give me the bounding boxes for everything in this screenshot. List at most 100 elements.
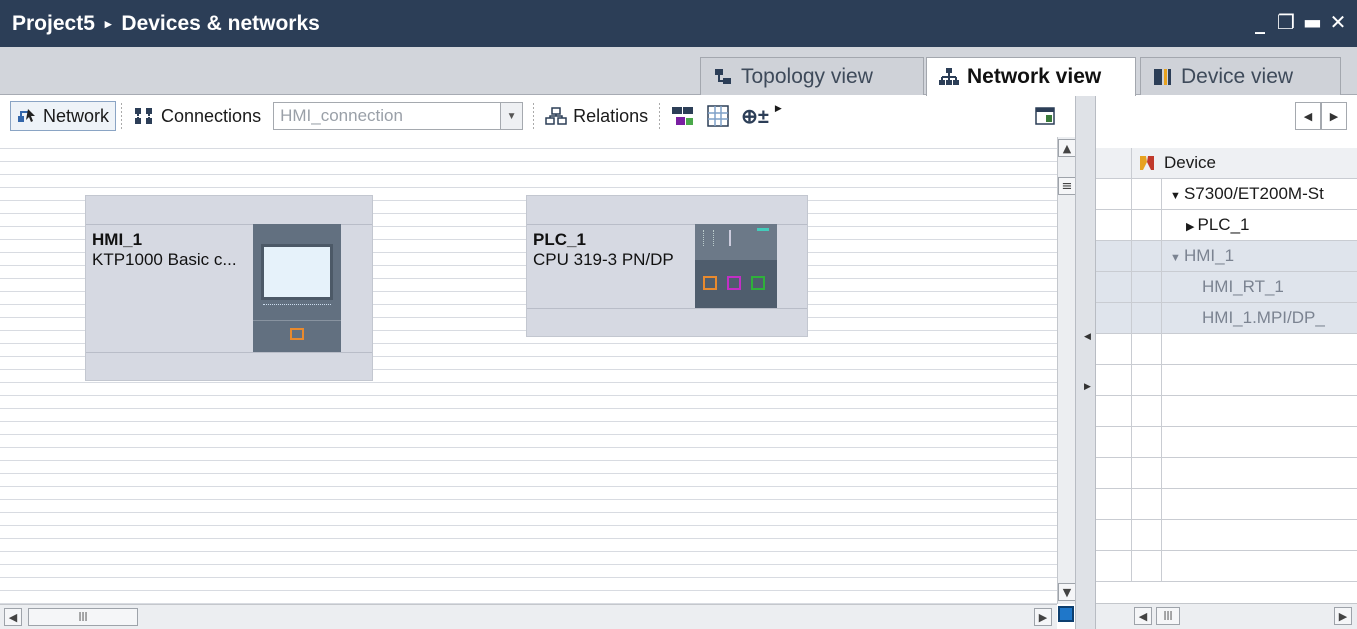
network-mode-label: Network (43, 105, 110, 126)
toggle-overview-button[interactable] (1029, 101, 1061, 131)
overview-nav: ◀ ▶ (1295, 102, 1347, 130)
network-overview-panel: ◀ ▶ Device ▼ S7300/ET200M-St ▶ PLC_1 ▼ HMI… (1096, 96, 1357, 629)
tab-device-view[interactable]: Device view (1140, 57, 1341, 95)
empty-row (1096, 427, 1357, 458)
connection-type-select[interactable]: HMI_connection ▼ (273, 102, 524, 130)
empty-row (1096, 489, 1357, 520)
collapse-icon[interactable]: ▼ (1170, 252, 1184, 264)
empty-row (1096, 396, 1357, 427)
connections-label: Connections (161, 105, 262, 126)
toolbar-separator (659, 103, 661, 129)
toolbar-separator (533, 103, 535, 129)
canvas-horizontal-scrollbar[interactable]: ◀ ||| ▶ (0, 604, 1057, 629)
maximize-button[interactable]: ▬ (1303, 10, 1322, 34)
collapse-icon[interactable]: ▼ (1170, 190, 1184, 202)
network-mode-button[interactable]: Network (10, 101, 117, 131)
device-type: KTP1000 Basic c... (92, 250, 237, 269)
project-name[interactable]: Project5 (12, 12, 95, 36)
table-row[interactable]: ▶ PLC_1 (1096, 210, 1357, 241)
empty-row (1096, 551, 1357, 582)
panel-splitter[interactable]: ◀ ▶ (1075, 96, 1096, 629)
device-card-hmi[interactable]: HMI_1 KTP1000 Basic c... (85, 195, 373, 381)
page-title: Devices & networks (121, 11, 320, 35)
breadcrumb: Project5 ▸ Devices & networks (0, 12, 320, 36)
device-band (86, 352, 372, 353)
view-tab-bar: Topology view Network view Device view (0, 47, 1357, 96)
table-view-button[interactable] (701, 101, 735, 131)
scroll-left-icon[interactable]: ◀ (1134, 607, 1152, 625)
empty-row (1096, 365, 1357, 396)
network-overview-button[interactable] (665, 101, 701, 131)
expand-right-icon[interactable]: ▶ (1084, 382, 1091, 392)
row-label: HMI_1 (1183, 246, 1235, 265)
scroll-left-icon[interactable]: ◀ (4, 608, 22, 626)
scroll-thumb[interactable]: ||| (28, 608, 138, 626)
more-options-icon[interactable]: ▶ (775, 103, 782, 114)
relations-button[interactable]: Relations (539, 101, 654, 131)
device-card-plc[interactable]: PLC_1 CPU 319-3 PN/DP (526, 195, 808, 337)
nav-right-icon[interactable]: ▶ (1321, 102, 1347, 130)
scroll-right-icon[interactable]: ▶ (1334, 607, 1352, 625)
tab-topology-view[interactable]: Topology view (700, 57, 924, 95)
device-band (527, 308, 807, 309)
scroll-grip-icon: ||| (78, 612, 88, 622)
overview-horizontal-scrollbar[interactable]: ◀ ||| ▶ (1096, 603, 1357, 629)
empty-row (1096, 458, 1357, 489)
topology-icon (713, 67, 733, 87)
row-label: PLC_1 (1197, 215, 1250, 234)
table-row[interactable]: ▼ S7300/ET200M-St (1096, 179, 1357, 210)
overview-table: Device ▼ S7300/ET200M-St ▶ PLC_1 ▼ HMI_1 HM… (1096, 148, 1357, 582)
table-row[interactable]: ▼ HMI_1 (1096, 241, 1357, 272)
zoom-button[interactable]: ⊕± ▶ (735, 101, 788, 131)
panel-toggle-icon (1035, 107, 1055, 125)
network-mode-icon (18, 109, 35, 122)
tab-label: Network view (967, 65, 1102, 88)
scroll-down-icon[interactable]: ▼ (1058, 583, 1076, 601)
table-row[interactable]: HMI_RT_1 (1096, 272, 1357, 303)
float-button[interactable]: ❐ (1277, 10, 1295, 34)
toolbar-separator (121, 103, 123, 129)
relations-label: Relations (573, 105, 649, 126)
column-header-device[interactable]: Device (1162, 153, 1357, 173)
device-name: HMI_1 (92, 230, 143, 249)
breadcrumb-separator-icon: ▸ (104, 15, 112, 31)
network-overview-icon (672, 107, 694, 125)
plc-cpu-icon (695, 224, 777, 308)
connections-button[interactable]: Connections (127, 101, 267, 131)
tab-network-view[interactable]: Network view (926, 57, 1136, 96)
canvas-vertical-scrollbar[interactable]: ▲ ≡ ▼ (1057, 137, 1076, 604)
chevron-down-icon[interactable]: ▼ (500, 103, 523, 129)
zoom-in-icon: ⊕± (741, 105, 769, 128)
device-view-icon (1153, 67, 1173, 87)
minimize-button[interactable]: _ (1251, 10, 1269, 34)
overview-navigator-icon[interactable] (1058, 606, 1074, 622)
relations-icon (545, 107, 567, 125)
table-grid-icon (707, 105, 729, 127)
collapse-left-icon[interactable]: ◀ (1084, 332, 1091, 342)
row-label: HMI_RT_1 (1202, 277, 1284, 296)
scroll-thumb[interactable]: ||| (1156, 607, 1180, 625)
scroll-up-icon[interactable]: ▲ (1058, 139, 1076, 157)
close-button[interactable]: ✕ (1329, 10, 1347, 34)
window-controls: _ ❐ ▬ ✕ (1251, 10, 1347, 34)
empty-row (1096, 334, 1357, 365)
hmi-panel-icon (253, 224, 341, 352)
tab-label: Device view (1181, 64, 1294, 88)
scroll-right-icon[interactable]: ▶ (1034, 608, 1052, 626)
connection-type-value: HMI_connection (280, 106, 403, 125)
scroll-grip-icon[interactable]: ≡ (1058, 177, 1076, 195)
tab-label: Topology view (741, 64, 873, 88)
table-header: Device (1096, 148, 1357, 179)
nav-left-icon[interactable]: ◀ (1295, 102, 1321, 130)
expand-icon[interactable]: ▶ (1186, 221, 1198, 233)
port-icon (703, 276, 717, 290)
network-canvas[interactable]: HMI_1 KTP1000 Basic c... PLC_1 CPU 319-3… (0, 137, 1057, 604)
network-icon (939, 67, 959, 87)
empty-row (1096, 520, 1357, 551)
network-toolbar: Network Connections HMI_connection ▼ Rel… (0, 96, 1075, 136)
table-row[interactable]: HMI_1.MPI/DP_ (1096, 303, 1357, 334)
filter-icon[interactable] (1132, 148, 1162, 178)
port-icon (290, 328, 304, 340)
row-label: S7300/ET200M-St (1183, 184, 1324, 203)
port-icon (727, 276, 741, 290)
